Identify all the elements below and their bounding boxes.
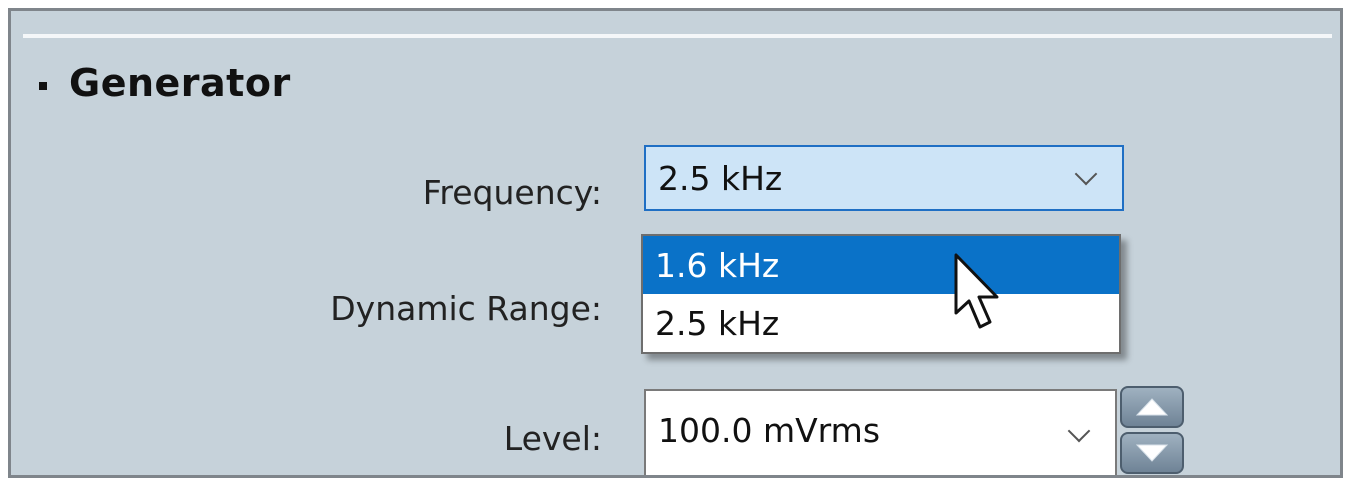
frequency-dropdown-list[interactable]: 1.6 kHz 2.5 kHz — [641, 234, 1121, 354]
triangle-down-icon — [1135, 444, 1169, 462]
section-header[interactable]: Generator — [39, 61, 291, 105]
frequency-value: 2.5 kHz — [658, 158, 783, 198]
dropdown-option-1-6-khz[interactable]: 1.6 kHz — [643, 236, 1119, 294]
dynamic-range-label: Dynamic Range: — [330, 289, 602, 328]
dropdown-option-2-5-khz[interactable]: 2.5 kHz — [643, 294, 1119, 352]
chevron-down-icon[interactable] — [1067, 419, 1091, 443]
triangle-up-icon — [1135, 398, 1169, 416]
chevron-down-icon[interactable] — [1074, 162, 1098, 186]
frequency-label: Frequency: — [422, 173, 602, 212]
spin-up-button[interactable] — [1120, 386, 1184, 428]
frequency-select[interactable]: 2.5 kHz — [644, 145, 1124, 211]
section-title: Generator — [69, 61, 291, 105]
collapse-bullet-icon[interactable] — [39, 82, 47, 90]
level-value: 100.0 mVrms — [658, 411, 881, 450]
level-select[interactable]: 100.0 mVrms — [644, 389, 1117, 475]
spin-down-button[interactable] — [1120, 432, 1184, 474]
mouse-pointer-icon — [954, 253, 999, 329]
separator-line — [23, 34, 1332, 38]
level-label: Level: — [503, 419, 602, 458]
